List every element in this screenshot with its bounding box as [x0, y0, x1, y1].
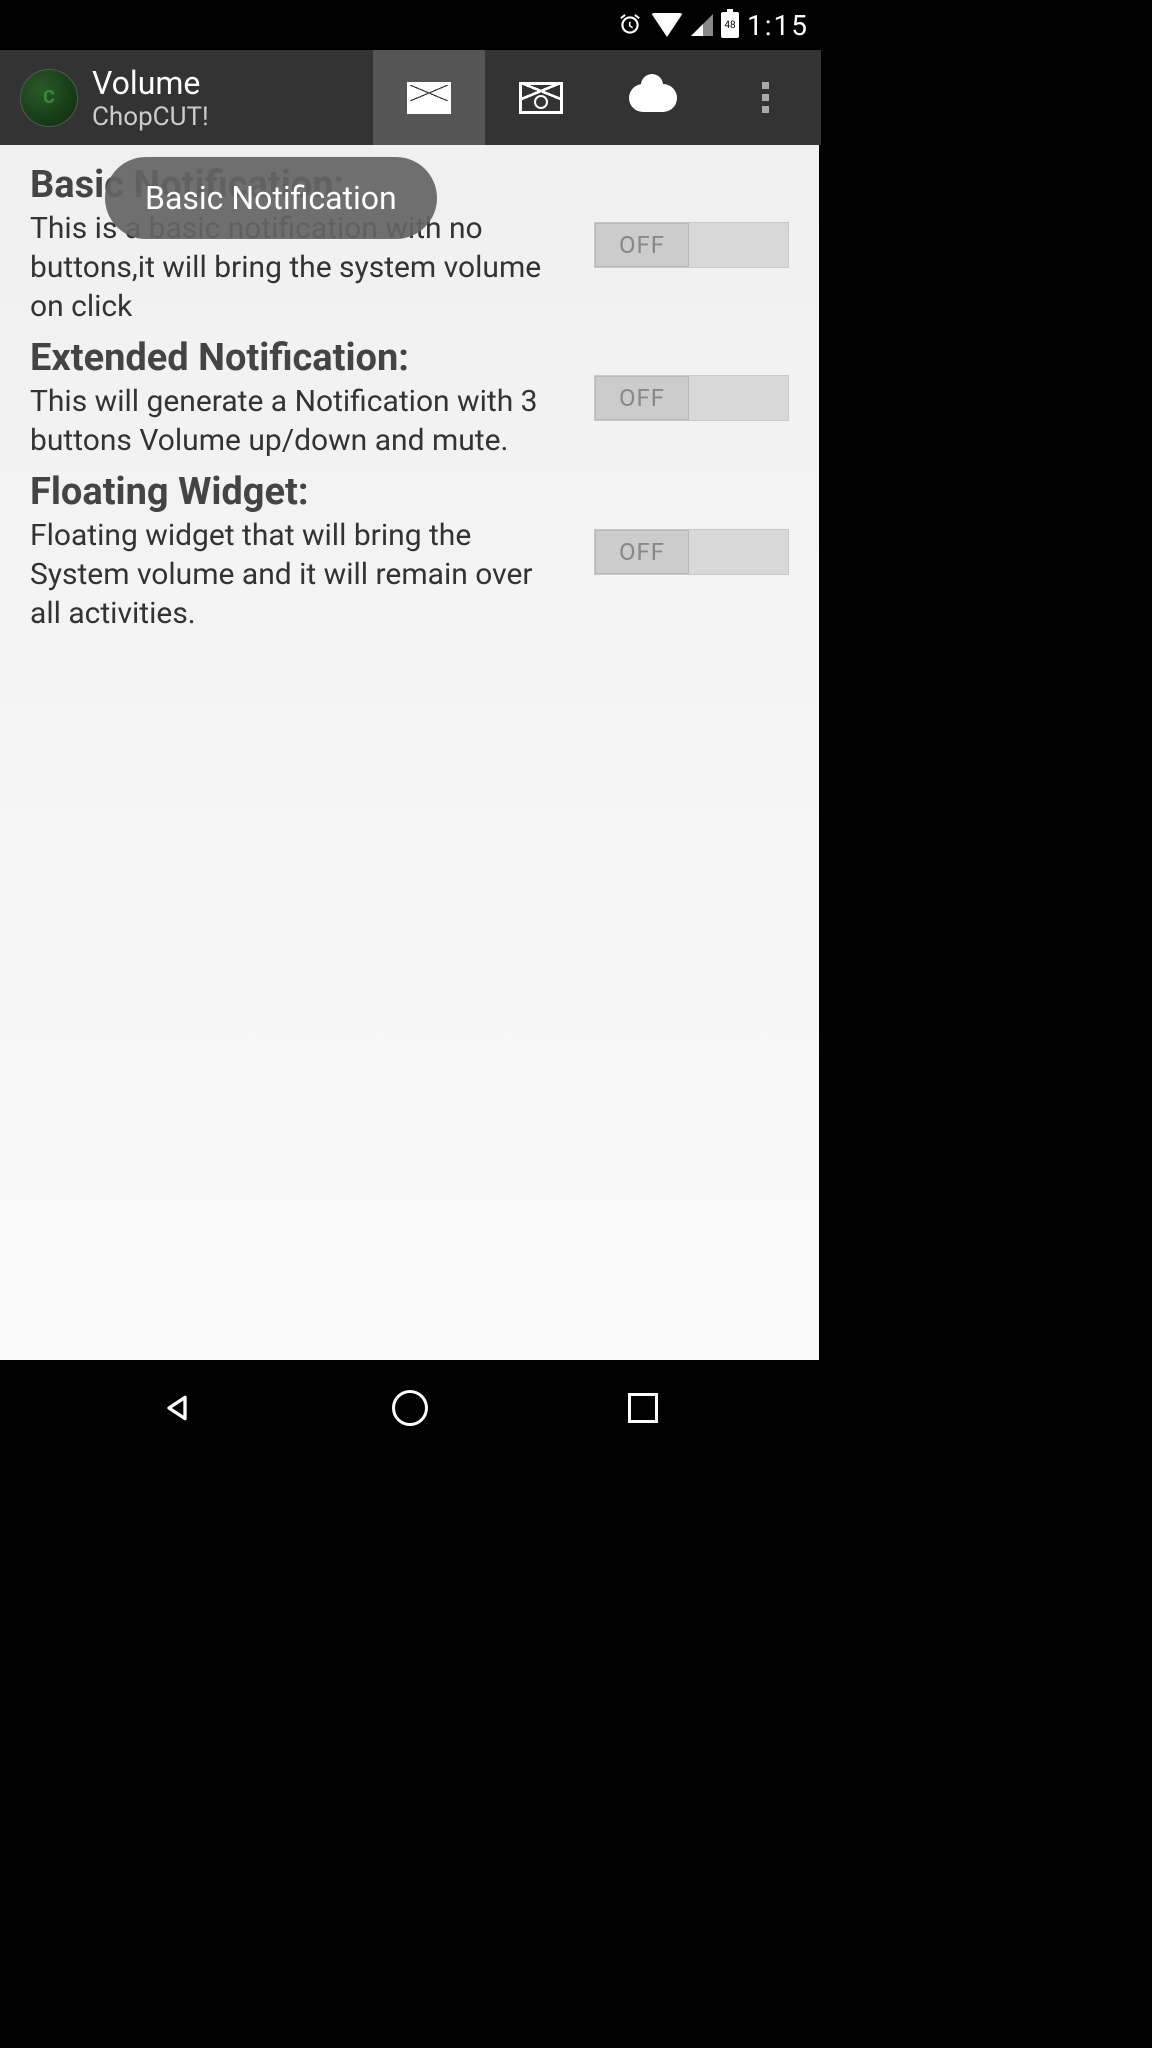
mail-icon — [407, 82, 451, 114]
app-title: Volume — [92, 64, 209, 102]
extended-notification-toggle[interactable]: OFF — [594, 375, 789, 421]
setting-description: This will generate a Notification with 3… — [30, 382, 560, 460]
setting-text: Extended Notification: This will generat… — [30, 336, 594, 460]
back-icon — [161, 1392, 193, 1424]
battery-icon: 48 — [721, 12, 739, 38]
recent-icon — [628, 1393, 658, 1423]
alarm-icon — [617, 12, 643, 38]
app-bar: Volume ChopCUT! — [0, 50, 819, 145]
overflow-icon — [762, 82, 769, 113]
setting-floating-widget: Floating Widget: Floating widget that wi… — [30, 470, 789, 633]
content: Basic Notification Basic Notification: T… — [0, 145, 819, 1360]
app-subtitle: ChopCUT! — [92, 102, 209, 132]
toggle-thumb: OFF — [595, 530, 689, 574]
basic-notification-toggle[interactable]: OFF — [594, 222, 789, 268]
action-buttons — [373, 50, 821, 145]
setting-description: Floating widget that will bring the Syst… — [30, 516, 560, 633]
status-icons: 48 1:15 — [617, 9, 809, 42]
mail-open-icon — [519, 82, 563, 114]
tooltip: Basic Notification — [105, 157, 437, 239]
cloud-button[interactable] — [597, 50, 709, 145]
wifi-icon — [651, 13, 683, 37]
extended-notification-button[interactable] — [485, 50, 597, 145]
cloud-icon — [629, 84, 677, 112]
overflow-menu-button[interactable] — [709, 50, 821, 145]
signal-icon — [691, 14, 713, 36]
app-info: Volume ChopCUT! — [0, 64, 373, 132]
nav-recent-button[interactable] — [583, 1378, 703, 1438]
nav-home-button[interactable] — [350, 1378, 470, 1438]
floating-widget-toggle[interactable]: OFF — [594, 529, 789, 575]
app-titles: Volume ChopCUT! — [92, 64, 209, 132]
navigation-bar — [0, 1360, 819, 1456]
toggle-thumb: OFF — [595, 376, 689, 420]
status-time: 1:15 — [747, 9, 809, 42]
nav-back-button[interactable] — [117, 1378, 237, 1438]
setting-title: Floating Widget: — [30, 470, 594, 514]
setting-title: Extended Notification: — [30, 336, 594, 380]
setting-extended-notification: Extended Notification: This will generat… — [30, 336, 789, 460]
basic-notification-button[interactable] — [373, 50, 485, 145]
app-icon — [20, 69, 78, 127]
status-bar: 48 1:15 — [0, 0, 819, 50]
toggle-thumb: OFF — [595, 223, 689, 267]
home-icon — [392, 1390, 428, 1426]
setting-text: Floating Widget: Floating widget that wi… — [30, 470, 594, 633]
